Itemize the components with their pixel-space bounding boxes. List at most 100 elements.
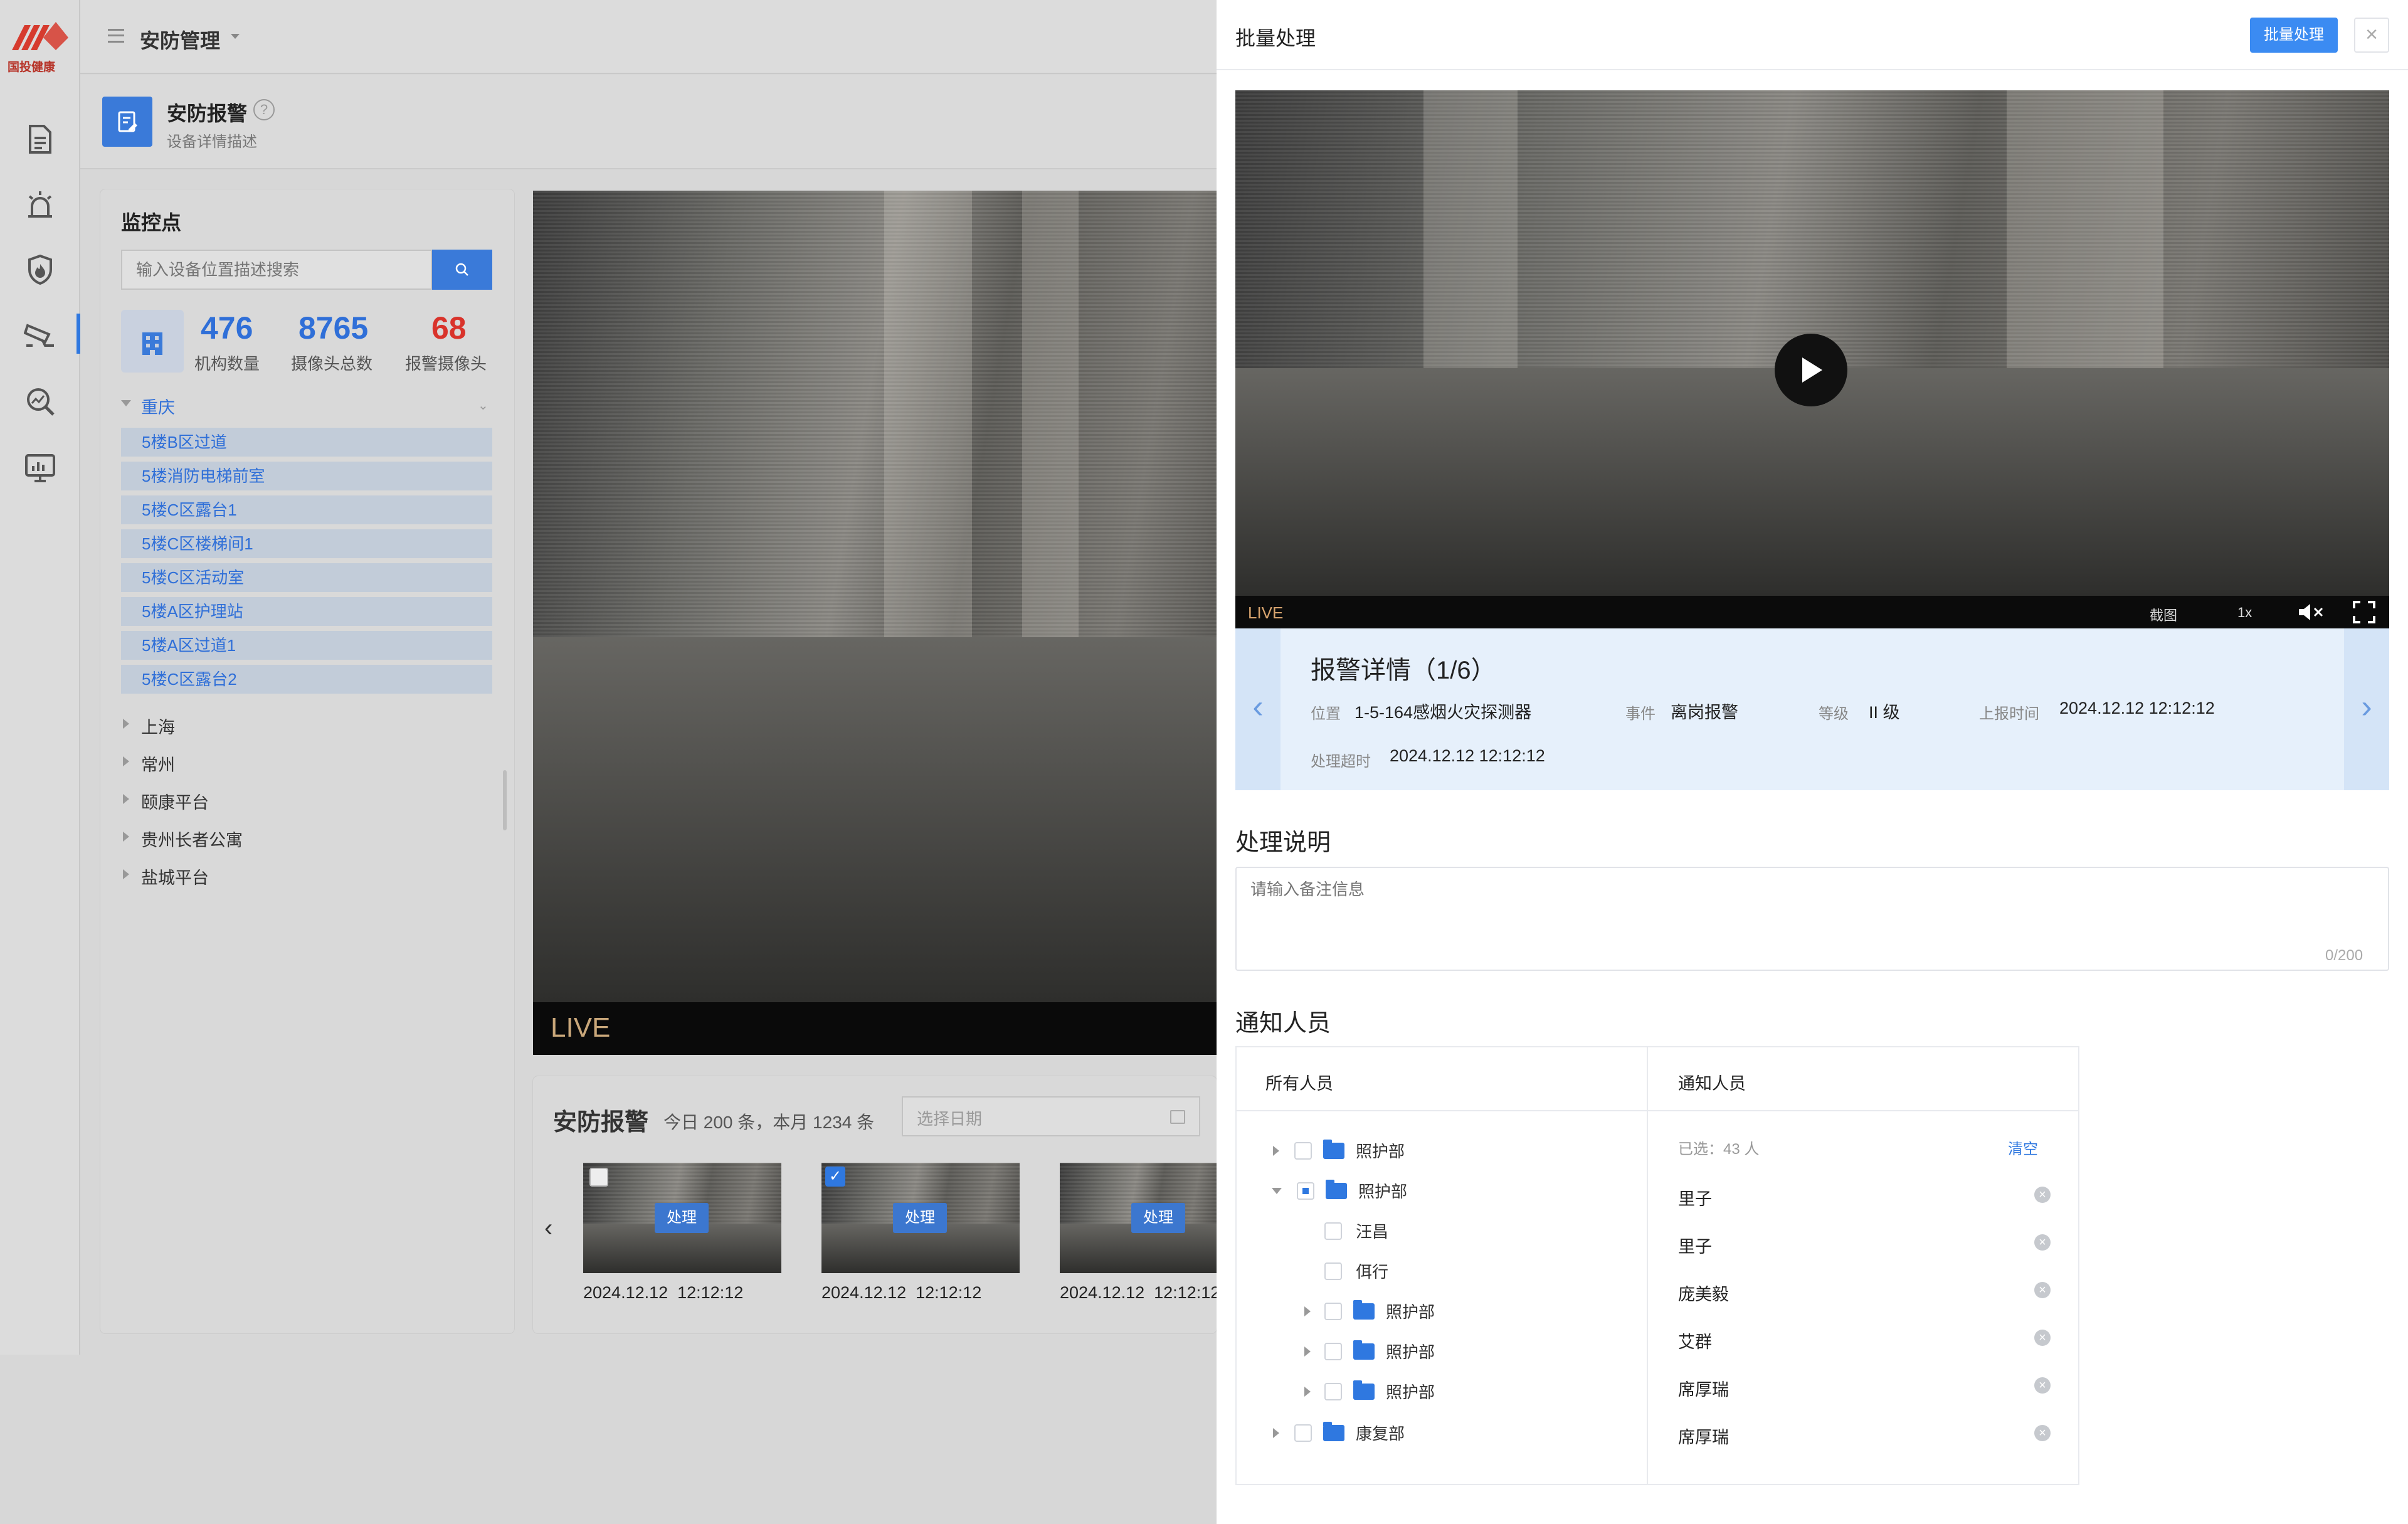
thumb-process-button[interactable]: 处理 (893, 1203, 947, 1233)
location-item[interactable]: 5楼A区过道1 (121, 631, 492, 660)
document-icon[interactable] (23, 122, 58, 157)
location-item[interactable]: 5楼A区护理站 (121, 597, 492, 626)
tree-node-person[interactable]: 佴行 (1324, 1259, 1388, 1283)
active-nav-indicator (77, 314, 80, 354)
folder-icon (1353, 1380, 1375, 1400)
caret-right-icon[interactable] (1304, 1346, 1311, 1357)
tree-node-folder[interactable]: 照护部 (1304, 1299, 1435, 1323)
region-item[interactable]: 上海 (141, 714, 175, 738)
caret-right-icon[interactable] (123, 869, 129, 879)
caret-right-icon[interactable] (1273, 1427, 1279, 1438)
caret-right-icon[interactable] (123, 719, 129, 729)
date-picker[interactable]: 选择日期 (902, 1096, 1200, 1136)
detail-next-nav[interactable]: › (2344, 628, 2389, 790)
region-item[interactable]: 盐城平台 (141, 864, 209, 889)
caret-right-icon[interactable] (1304, 1386, 1311, 1397)
header-title[interactable]: 安防管理 (140, 25, 220, 54)
fire-shield-icon[interactable] (23, 252, 58, 287)
thumb-checkbox[interactable] (589, 1168, 608, 1187)
prev-arrow-icon[interactable]: ‹ (544, 1214, 552, 1242)
search-analytics-icon[interactable] (23, 384, 58, 419)
brand-logo (9, 19, 71, 56)
thumb-process-button[interactable]: 处理 (1131, 1203, 1185, 1233)
caret-right-icon[interactable] (1273, 1145, 1279, 1156)
region-chongqing[interactable]: 重庆 (141, 394, 175, 418)
tree-checkbox[interactable] (1324, 1302, 1342, 1320)
location-item[interactable]: 5楼C区露台1 (121, 495, 492, 524)
chevron-down-icon[interactable] (231, 34, 240, 39)
caret-down-icon[interactable] (1272, 1187, 1282, 1194)
alarm-icon[interactable] (23, 187, 58, 222)
tree-node-person[interactable]: 汪昌 (1324, 1219, 1388, 1242)
region-item[interactable]: 贵州长者公寓 (141, 827, 243, 851)
mute-icon[interactable] (2298, 602, 2325, 625)
caret-right-icon[interactable] (1304, 1306, 1311, 1316)
location-item[interactable]: 5楼消防电梯前室 (121, 462, 492, 490)
batch-process-button[interactable]: 批量处理 (2250, 18, 2338, 53)
caret-right-icon[interactable] (123, 832, 129, 842)
tree-checkbox-partial[interactable] (1297, 1182, 1314, 1200)
thumb-time: 2024.12.12 12:12:12 (1060, 1283, 1217, 1302)
tree-label: 佴行 (1356, 1262, 1389, 1281)
tree-checkbox[interactable] (1324, 1342, 1342, 1360)
main-video-bar (533, 1002, 1217, 1055)
remove-icon[interactable]: × (2034, 1377, 2051, 1394)
clear-button[interactable]: 清空 (2008, 1136, 2038, 1158)
tree-checkbox[interactable] (1294, 1141, 1312, 1160)
location-item[interactable]: 5楼C区楼梯间1 (121, 529, 492, 558)
tree-node-folder[interactable]: 照护部 (1272, 1179, 1407, 1202)
stat-camera-value: 8765 (298, 310, 369, 346)
tree-checkbox[interactable] (1324, 1262, 1342, 1280)
all-staff-header: 所有人员 (1265, 1074, 1333, 1093)
detail-prev-nav[interactable]: ‹ (1235, 628, 1281, 790)
remark-title: 处理说明 (1235, 830, 1331, 856)
tree-checkbox[interactable] (1324, 1382, 1342, 1400)
remove-icon[interactable]: × (2034, 1425, 2051, 1441)
play-button[interactable] (1775, 334, 1847, 406)
tree-checkbox[interactable] (1294, 1424, 1312, 1442)
tree-scrollbar[interactable] (503, 770, 507, 830)
help-icon[interactable]: ? (253, 99, 275, 120)
calendar-icon (1170, 1110, 1185, 1124)
close-button[interactable]: × (2354, 18, 2389, 53)
drawer-title: 批量处理 (1235, 27, 1316, 50)
remark-textarea[interactable] (1235, 867, 2389, 971)
menu-toggle-icon[interactable] (108, 29, 124, 43)
page-subtitle: 设备详情描述 (167, 134, 257, 151)
tree-node-folder[interactable]: 照护部 (1304, 1340, 1435, 1363)
selected-staff-header: 通知人员 (1678, 1074, 1746, 1093)
remove-icon[interactable]: × (2034, 1330, 2051, 1346)
remove-icon[interactable]: × (2034, 1234, 2051, 1251)
main-video[interactable] (533, 191, 1217, 1002)
search-button[interactable] (432, 250, 492, 290)
selected-person: 艾群 (1678, 1333, 1712, 1352)
collapse-icon[interactable]: ⌄ (478, 398, 488, 413)
tree-label: 照护部 (1358, 1182, 1408, 1201)
camera-icon[interactable] (23, 317, 58, 352)
tree-node-folder[interactable]: 康复部 (1273, 1421, 1405, 1444)
brand-logo-text: 国投健康 (8, 61, 56, 74)
tree-checkbox[interactable] (1324, 1222, 1342, 1240)
location-item[interactable]: 5楼C区活动室 (121, 563, 492, 592)
tree-node-folder[interactable]: 照护部 (1273, 1139, 1405, 1162)
screenshot-button[interactable]: 截图 (2150, 605, 2177, 625)
remove-icon[interactable]: × (2034, 1187, 2051, 1203)
fullscreen-icon[interactable] (2353, 601, 2375, 627)
caret-down-icon[interactable] (121, 400, 131, 406)
monitor-chart-icon[interactable] (23, 450, 58, 485)
tree-node-folder[interactable]: 照护部 (1304, 1380, 1435, 1403)
thumb-checkbox-checked[interactable]: ✓ (825, 1167, 845, 1187)
speed-button[interactable]: 1x (2237, 605, 2252, 621)
thumb-time: 2024.12.12 12:12:12 (821, 1283, 982, 1302)
caret-right-icon[interactable] (123, 756, 129, 766)
region-item[interactable]: 颐康平台 (141, 789, 209, 813)
location-item[interactable]: 5楼B区过道 (121, 428, 492, 457)
location-item[interactable]: 5楼C区露台2 (121, 665, 492, 694)
thumb-time: 2024.12.12 12:12:12 (583, 1283, 744, 1302)
thumb-process-button[interactable]: 处理 (655, 1203, 709, 1233)
caret-right-icon[interactable] (123, 794, 129, 804)
location-search-input[interactable] (121, 250, 432, 290)
selected-person: 席厚瑞 (1678, 1428, 1729, 1447)
remove-icon[interactable]: × (2034, 1282, 2051, 1298)
region-item[interactable]: 常州 (141, 751, 175, 776)
